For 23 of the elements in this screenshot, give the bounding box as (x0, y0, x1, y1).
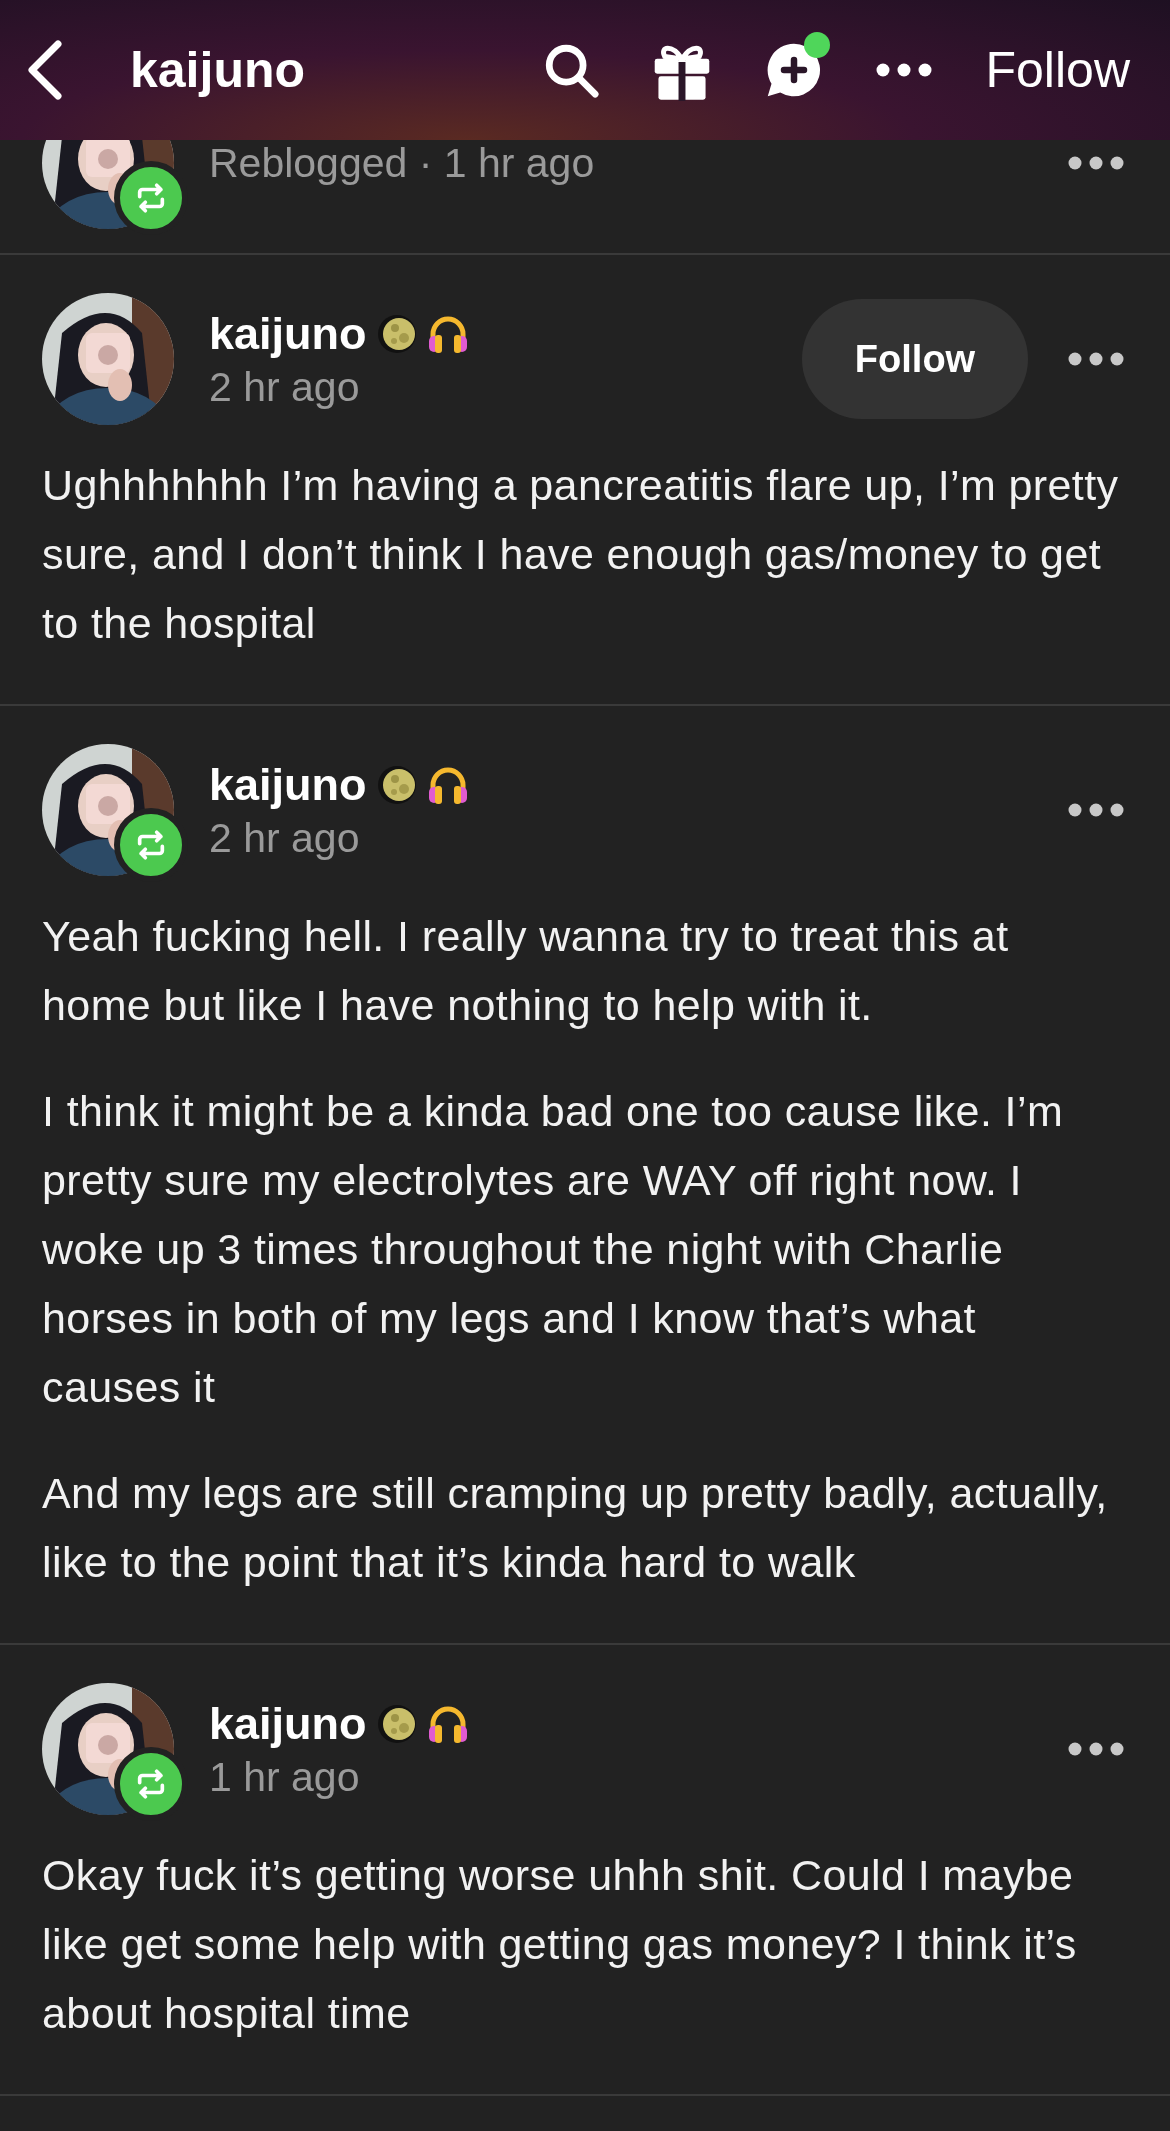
post-text: Yeah fucking hell. I really wanna try to treat this at home but like I have nothing to help with it. (42, 911, 1010, 1031)
post-meta: Reblogged · 1 hr ago (209, 140, 596, 187)
blog-name[interactable]: kaijuno (209, 1697, 367, 1750)
follow-button[interactable]: Follow (802, 299, 1028, 419)
blog-name[interactable]: kaijuno (209, 307, 367, 360)
post-text: Okay fuck it’s getting worse uhhh shit. Could I maybe like get some help with getting gas money? I think it’s about hospital time (42, 1850, 1078, 2039)
more-icon[interactable] (1068, 803, 1124, 817)
more-icon[interactable] (875, 63, 932, 77)
more-icon[interactable] (1068, 156, 1124, 170)
header-title: kaijuno (130, 41, 307, 99)
more-icon[interactable] (1068, 352, 1124, 366)
post-text: And my legs are still cramping up pretty badly, actually, like to the point that it’s kinda hard to walk (42, 1468, 1109, 1588)
follow-button[interactable]: Follow (985, 41, 1130, 99)
post-text: Ughhhhhhh I’m having a pancreatitis flare up, I’m pretty sure, and I don’t think I have enough gas/money to get to the hospital (42, 460, 1120, 649)
moon-icon (376, 764, 417, 805)
post-time: 2 hr ago (209, 363, 361, 411)
post-time: 1 hr ago (209, 1753, 361, 1801)
more-icon[interactable] (1068, 1742, 1124, 1756)
post-text: I think it might be a kinda bad one too cause like. I’m pretty sure my electrolytes are WAY off right now. I woke up 3 times throughout the night with Charlie horses in both of my legs and I know that’s what causes it (42, 1086, 1065, 1413)
post-time: 2 hr ago (209, 814, 361, 862)
blog-name[interactable]: kaijuno (209, 758, 367, 811)
moon-icon (376, 1703, 417, 1744)
moon-icon (376, 313, 417, 354)
